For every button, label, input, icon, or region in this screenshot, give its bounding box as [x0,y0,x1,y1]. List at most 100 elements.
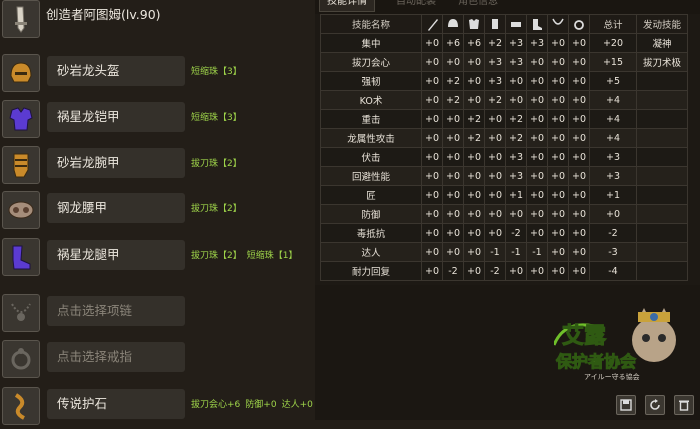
skill-points: +0 [463,242,485,262]
equipment-slot[interactable] [2,294,40,332]
decoration-label: 拔刀珠【2】 [191,204,242,214]
equipment-slot[interactable] [2,146,40,184]
logo-tagline: アイルー守る協会 [584,373,640,381]
weapon-icon [428,19,438,31]
header-slot [526,14,548,34]
skill-points: +0 [484,109,506,129]
equipment-name[interactable]: 钢龙腰甲 [47,193,185,223]
skill-name: 防御 [320,204,422,224]
leg-armor-icon [533,19,542,30]
skill-points: +0 [568,52,590,72]
decoration-label: 拔刀珠【2】 [191,159,242,169]
skill-points: +0 [421,33,443,53]
equipment-name[interactable]: 砂岩龙头盔 [47,56,185,86]
equipment-name[interactable]: 传说护石 [47,389,185,419]
skill-points: +0 [484,128,506,148]
equipment-slot[interactable] [2,54,40,92]
decoration-label: 达人+0 [281,400,313,410]
weapon-row[interactable]: 创造者阿图姆(lv.90) [0,0,315,44]
equipment-slot[interactable] [2,387,40,425]
skill-points: +0 [484,223,506,243]
skill-total: +4 [589,109,637,129]
skill-points: +3 [484,71,506,91]
table-row: 防御 +0 +0 +0 +0 +0 +0 +0 +0 +0 [320,204,688,224]
header-slot [484,14,506,34]
equipment-name[interactable]: 砂岩龙腕甲 [47,148,185,178]
save-button[interactable] [616,395,636,415]
table-row: 伏击 +0 +0 +0 +0 +3 +0 +0 +0 +3 [320,147,688,167]
refresh-icon [650,399,660,410]
skill-points: +0 [547,242,569,262]
skill-points: +0 [421,223,443,243]
header-slot [463,14,485,34]
skill-name: 重击 [320,109,422,129]
refresh-button[interactable] [645,395,665,415]
skill-name: 耐力回复 [320,261,422,281]
skill-points: +2 [505,128,527,148]
equipment-row[interactable]: 祸星龙腿甲 拔刀珠【2】 短缩珠【1】 [0,236,315,280]
skill-total: -3 [589,242,637,262]
delete-button[interactable] [674,395,694,415]
activated-skill [636,204,688,224]
logo-subtitle: 保护者协会 [555,352,637,372]
equipment-name[interactable]: 点击选择项链 [47,296,185,326]
equipment-slot[interactable] [2,238,40,276]
skill-points: +0 [526,90,548,110]
skill-points: +6 [442,33,464,53]
equipment-name[interactable]: 祸星龙铠甲 [47,102,185,132]
skill-points: +0 [484,166,506,186]
equipment-row[interactable]: 点击选择戒指 [0,338,315,382]
gauntlet-icon [492,19,498,29]
equipment-row[interactable]: 传说护石 拔刀会心+6 防御+0 达人+0 [0,385,315,429]
skill-points: +0 [463,185,485,205]
equipment-name[interactable]: 祸星龙腿甲 [47,240,185,270]
skill-points: +0 [547,109,569,129]
equipment-slot[interactable] [2,100,40,138]
decoration-label: 短缩珠【3】 [191,67,242,77]
skill-points: +0 [568,109,590,129]
helmet-icon [448,19,458,27]
skill-total: +20 [589,33,637,53]
equipment-row[interactable]: 钢龙腰甲 拔刀珠【2】 [0,189,315,233]
equipment-name[interactable]: 点击选择戒指 [47,342,185,372]
equipment-row[interactable]: 砂岩龙腕甲 拔刀珠【2】 [0,144,315,188]
skill-points: +3 [505,147,527,167]
skill-name: KO术 [320,90,422,110]
table-row: 集中 +0 +6 +6 +2 +3 +3 +0 +0 +20 凝神 [320,33,688,53]
activated-skill [636,128,688,148]
skill-points: +0 [421,147,443,167]
charm-icon [14,393,25,420]
weapon-slot[interactable] [2,0,40,38]
equipment-slot[interactable] [2,191,40,229]
skill-points: +0 [547,71,569,91]
waist-armor-icon [511,22,521,27]
skill-name: 集中 [320,33,422,53]
leg-armor-icon [12,245,31,270]
tab-auto-build[interactable]: 自动配装 [389,0,443,11]
skill-points: +0 [421,128,443,148]
skill-points: +0 [505,90,527,110]
decoration-list: 短缩珠【3】 [191,64,247,77]
tab-character-info[interactable]: 角色信息 [451,0,505,11]
skill-points: +0 [421,242,443,262]
equipment-row[interactable]: 砂岩龙头盔 短缩珠【3】 [0,52,315,96]
tab-skill-detail[interactable]: 技能详情 [319,0,375,12]
decoration-label: 防御+0 [245,400,277,410]
activated-skill [636,109,688,129]
decoration-list: 拔刀会心+6 防御+0 达人+0 [191,397,318,410]
equipment-row[interactable]: 点击选择项链 [0,292,315,336]
skill-points: +0 [547,128,569,148]
equipment-slot[interactable] [2,340,40,378]
weapon-name[interactable]: 创造者阿图姆(lv.90) [46,0,161,30]
skill-points: +0 [568,185,590,205]
skill-points: +2 [442,71,464,91]
equipment-row[interactable]: 祸星龙铠甲 短缩珠【3】 [0,98,315,142]
skill-name: 龙属性攻击 [320,128,422,148]
skill-points: +0 [526,52,548,72]
skill-points: +0 [442,223,464,243]
skill-points: +0 [505,71,527,91]
skill-name: 伏击 [320,147,422,167]
header-skill: 技能名称 [320,14,422,34]
skill-points: +0 [421,109,443,129]
skill-name: 毒抵抗 [320,223,422,243]
